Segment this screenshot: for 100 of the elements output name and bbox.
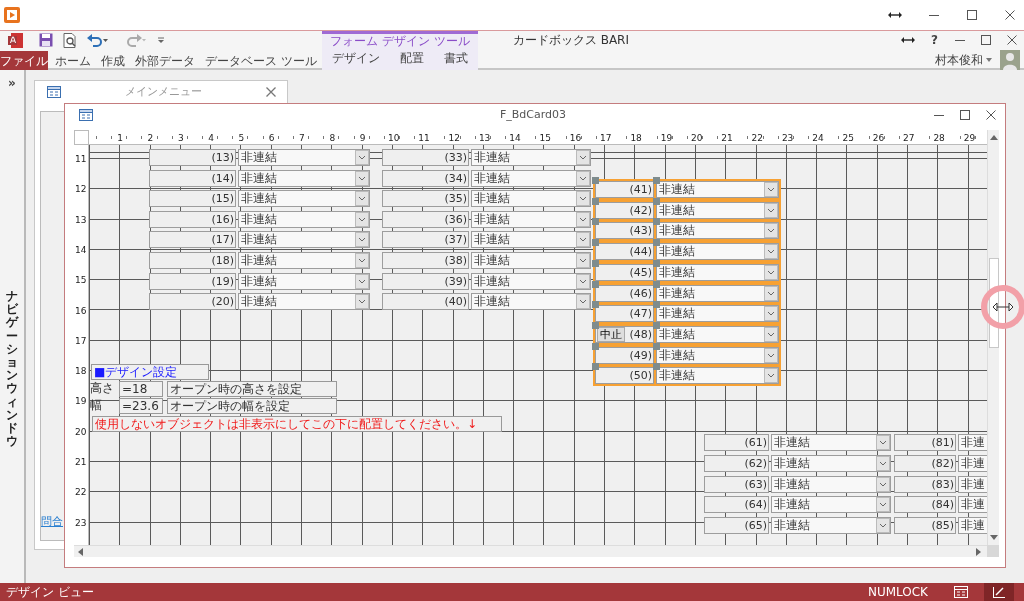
combo-box[interactable]: 非連結 (238, 293, 370, 311)
selection-handle[interactable] (592, 218, 599, 226)
print-preview-icon[interactable] (63, 32, 77, 48)
combo-box[interactable]: 非連結 (771, 517, 891, 535)
selection-handle[interactable] (592, 259, 599, 267)
combo-box[interactable]: 非連結 (656, 263, 779, 281)
combo-box[interactable]: 非連 (958, 434, 987, 451)
selection-handle[interactable] (653, 177, 660, 184)
combo-box[interactable]: 非連結 (238, 210, 370, 228)
ribbon-tab[interactable]: ホーム (50, 51, 96, 71)
caret-icon[interactable] (986, 58, 992, 62)
combo-box[interactable]: 非連結 (471, 272, 591, 290)
selection-handle[interactable] (592, 280, 599, 288)
combo-box[interactable]: 非連結 (771, 475, 891, 493)
ruler-number: 14 (509, 133, 521, 143)
selection-handle[interactable] (592, 197, 599, 205)
selection-handle[interactable] (592, 363, 599, 371)
combo-box[interactable]: 非連 (958, 475, 987, 493)
field-label: (37) (382, 231, 469, 249)
menu-link[interactable]: 問合 (41, 513, 63, 530)
selection-handle[interactable] (653, 363, 660, 371)
scroll-down-icon[interactable] (990, 535, 998, 540)
ribbon-tab[interactable]: データベース ツール (200, 51, 322, 71)
selection-handle[interactable] (653, 197, 660, 205)
help-button[interactable]: ? (929, 30, 940, 50)
selection-handle[interactable] (592, 177, 599, 184)
combo-box[interactable]: 非連 (958, 496, 987, 514)
ribbon-tab[interactable]: デザイン (321, 49, 390, 68)
combo-box[interactable]: 非連結 (771, 496, 891, 514)
customize-menu-icon[interactable] (157, 36, 165, 44)
ribbon-tab[interactable]: 外部データ (130, 51, 200, 71)
resize-arrow-icon[interactable] (901, 36, 916, 44)
selection-handle[interactable] (653, 218, 660, 226)
combo-box[interactable]: 非連結 (656, 243, 779, 261)
expand-pane-button[interactable]: » (6, 76, 18, 90)
combo-box[interactable]: 非連結 (656, 325, 779, 343)
combo-box[interactable]: 非連結 (656, 367, 779, 385)
combo-box[interactable]: 非連結 (471, 210, 591, 228)
selection-handle[interactable] (653, 280, 660, 288)
selection-handle[interactable] (592, 301, 599, 309)
resize-arrow-icon[interactable] (888, 11, 902, 19)
maximize-icon[interactable] (959, 109, 971, 121)
combo-box[interactable]: 非連結 (656, 305, 779, 323)
maximize-icon[interactable] (966, 9, 978, 21)
save-icon[interactable] (39, 33, 53, 47)
file-tab[interactable]: ファイル (0, 51, 48, 71)
redo-icon (125, 33, 147, 47)
combo-box[interactable]: 非連結 (238, 231, 370, 249)
combo-box[interactable]: 非連 (958, 517, 987, 535)
combo-box[interactable]: 非連結 (656, 222, 779, 240)
user-name[interactable]: 村本俊和 (932, 50, 986, 70)
selection-handle[interactable] (653, 321, 660, 329)
combo-box[interactable]: 非連結 (771, 434, 891, 451)
vertical-scrollbar[interactable] (987, 130, 999, 545)
close-icon[interactable] (1004, 9, 1016, 21)
combo-box[interactable]: 非連結 (238, 169, 370, 187)
selection-handle[interactable] (653, 301, 660, 309)
design-view-icon[interactable] (992, 586, 1006, 598)
combo-box[interactable]: 非連結 (238, 272, 370, 290)
selection-handle[interactable] (653, 239, 660, 247)
close-icon[interactable] (1006, 34, 1018, 46)
scroll-left-icon[interactable] (78, 548, 83, 556)
access-logo-icon[interactable] (8, 32, 23, 48)
ruler-number: 18 (75, 366, 87, 377)
combo-box[interactable]: 非連結 (471, 190, 591, 208)
combo-box[interactable]: 非連結 (771, 454, 891, 472)
combo-box[interactable]: 非連結 (471, 231, 591, 249)
combo-box[interactable]: 非連結 (471, 149, 591, 166)
combo-box[interactable]: 非連結 (471, 169, 591, 187)
combo-box[interactable]: 非連 (958, 454, 987, 472)
combo-box[interactable]: 非連結 (238, 190, 370, 208)
field-label: (45) (595, 263, 654, 281)
form-view-icon[interactable] (954, 586, 968, 598)
pane-title[interactable]: ナビゲーションウィンドウ (6, 290, 18, 449)
form-icon (47, 86, 61, 98)
close-icon[interactable] (985, 109, 997, 121)
combo-box[interactable]: 非連結 (238, 252, 370, 269)
ribbon-tab[interactable]: 作成 (96, 51, 130, 71)
combo-box[interactable]: 非連結 (238, 149, 370, 166)
window-title: F_BdCard03 (498, 106, 567, 123)
ruler-number: 8 (329, 133, 336, 143)
combo-box[interactable]: 非連結 (471, 293, 591, 311)
combo-box[interactable]: 非連結 (656, 284, 779, 302)
close-icon[interactable] (265, 86, 277, 98)
scroll-right-icon[interactable] (976, 548, 981, 556)
scroll-up-icon[interactable] (990, 135, 998, 140)
selection-handle[interactable] (592, 321, 599, 329)
horizontal-scrollbar[interactable] (74, 545, 987, 557)
combo-box[interactable]: 非連結 (656, 181, 779, 198)
undo-icon[interactable] (87, 33, 109, 47)
selection-handle[interactable] (653, 342, 660, 350)
ribbon-tab[interactable]: 配置 (389, 49, 434, 68)
maximize-icon[interactable] (980, 34, 992, 46)
combo-box[interactable]: 非連結 (656, 201, 779, 219)
selection-handle[interactable] (592, 342, 599, 350)
selection-handle[interactable] (653, 259, 660, 267)
combo-box[interactable]: 非連結 (656, 346, 779, 364)
combo-box[interactable]: 非連結 (471, 252, 591, 269)
selection-handle[interactable] (592, 239, 599, 247)
ribbon-tab[interactable]: 書式 (433, 49, 478, 68)
